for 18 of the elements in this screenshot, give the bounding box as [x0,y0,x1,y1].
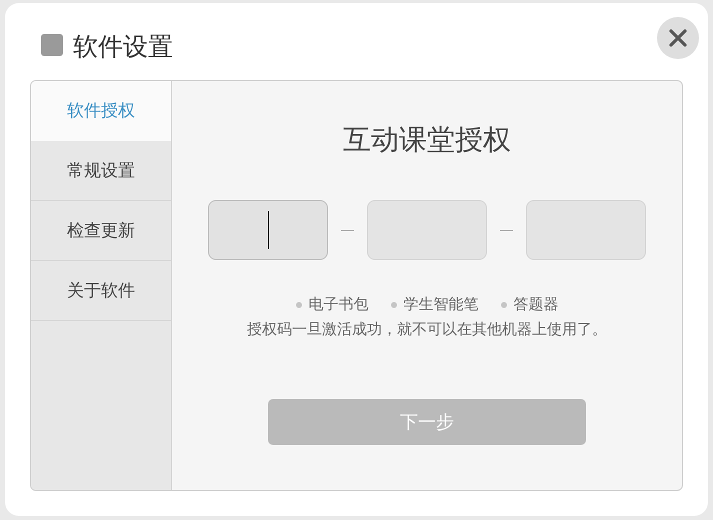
bullet-icon [500,302,506,308]
close-icon [668,28,688,48]
sidebar-item[interactable]: 常规设置 [31,141,171,201]
device-label: 答题器 [514,295,558,314]
window-title: 软件设置 [73,31,173,63]
code-field[interactable] [526,200,646,260]
note-text: 授权码一旦激活成功，就不可以在其他机器上使用了。 [247,320,607,339]
sidebar-item[interactable]: 关于软件 [31,261,171,321]
code-field[interactable] [367,200,487,260]
app-icon [41,34,63,56]
close-button[interactable] [657,17,699,59]
code-field[interactable] [208,200,328,260]
bullet-icon [390,302,396,308]
device-label: 学生智能笔 [404,295,478,314]
device-label: 电子书包 [308,295,368,314]
heading: 互动课堂授权 [343,122,511,158]
sidebar-item[interactable]: 检查更新 [31,201,171,261]
bullet-icon [296,302,302,308]
